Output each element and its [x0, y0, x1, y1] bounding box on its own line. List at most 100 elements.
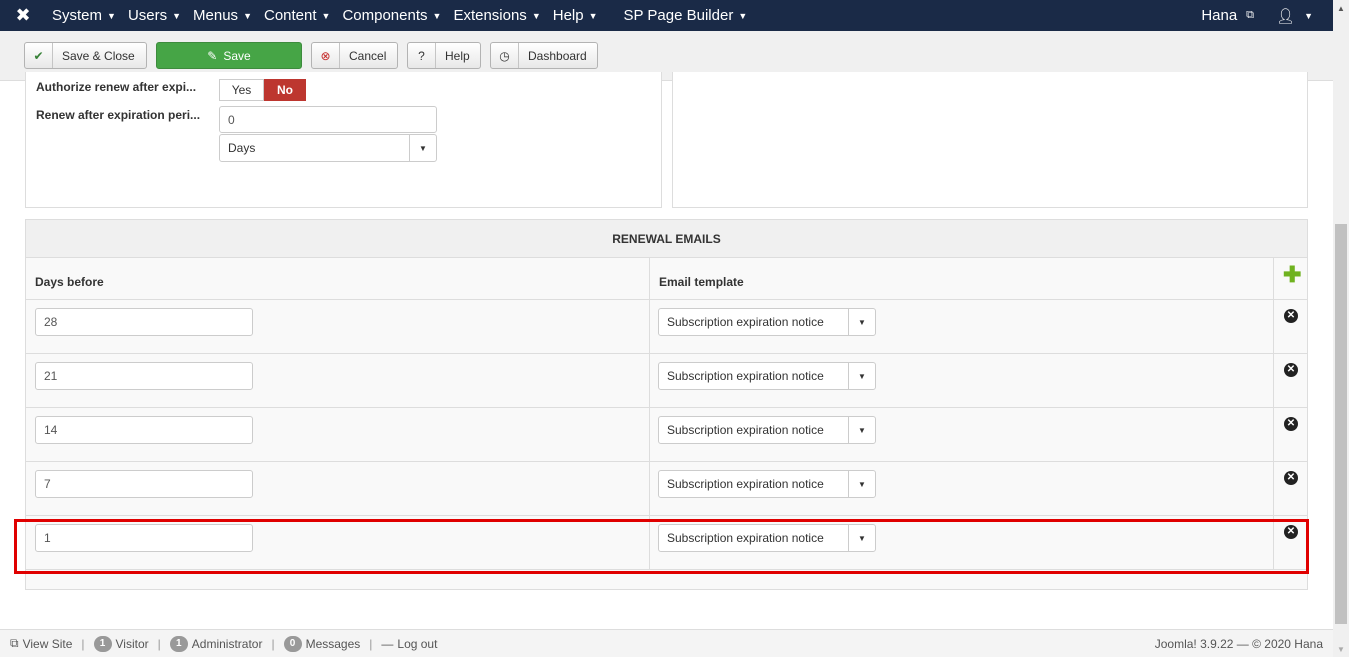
header-action-cell: ✚ — [1274, 258, 1307, 299]
yes-option[interactable]: Yes — [219, 79, 264, 101]
vertical-scrollbar[interactable]: ▲ ▼ — [1333, 0, 1349, 657]
top-navbar: ✖ System ▼ Users ▼ Menus ▼ Content ▼ Compone… — [0, 0, 1333, 31]
caret-down-icon: ▼ — [107, 10, 116, 21]
checkmark-icon: ✔ — [25, 43, 53, 68]
menu-extensions-label: Extensions — [453, 7, 527, 24]
admin-label: Administrator — [191, 636, 263, 651]
remove-row-icon[interactable]: ✕ — [1284, 309, 1298, 323]
caret-down-icon: ▼ — [738, 10, 748, 21]
version-text: Joomla! 3.9.22 — © 2020 Hana — [1154, 637, 1323, 651]
menu-users-label: Users — [127, 7, 168, 24]
days-cell: 14 — [26, 408, 650, 461]
menu-help[interactable]: Help ▼ — [547, 0, 604, 31]
help-label: Help — [445, 48, 470, 63]
separator: | — [81, 636, 85, 651]
caret-down-icon: ▼ — [432, 10, 442, 21]
renew-period-input[interactable]: 0 — [219, 106, 437, 133]
remove-row-icon[interactable]: ✕ — [1284, 471, 1298, 485]
visitor-count[interactable]: 1 Visitor — [93, 635, 149, 652]
admin-count[interactable]: 1 Administrator — [169, 635, 263, 652]
messages-count[interactable]: 0 Messages — [283, 635, 360, 652]
template-cell: Subscription expiration notice ▼ — [650, 300, 1274, 353]
renewal-emails-title: RENEWAL EMAILS — [26, 220, 1307, 258]
email-template-value: Subscription expiration notice — [667, 477, 824, 491]
right-panel — [672, 72, 1308, 208]
joomla-logo-icon[interactable]: ✖ — [0, 0, 46, 31]
email-template-value: Subscription expiration notice — [667, 423, 824, 437]
days-before-input[interactable]: 14 — [35, 416, 253, 444]
email-template-value: Subscription expiration notice — [667, 369, 824, 383]
menu-components-label: Components — [342, 7, 428, 24]
days-before-input[interactable]: 7 — [35, 470, 253, 498]
caret-down-icon: ▼ — [848, 417, 875, 443]
user-site-link[interactable]: Hana ⧉ — [1201, 7, 1254, 24]
view-site-link[interactable]: ⧉ View Site — [10, 636, 72, 651]
help-button[interactable]: ? Help — [407, 42, 481, 69]
renew-period-unit-select[interactable]: Days ▼ — [219, 134, 437, 162]
external-link-icon: ⧉ — [1246, 9, 1255, 21]
status-bar: ⧉ View Site | 1 Visitor | 1 Administrator |… — [0, 629, 1333, 657]
highlight-box — [14, 519, 1309, 574]
remove-row-icon[interactable]: ✕ — [1284, 363, 1298, 377]
menu-users[interactable]: Users ▼ — [122, 0, 187, 31]
email-template-value: Subscription expiration notice — [667, 315, 824, 329]
email-template-select[interactable]: Subscription expiration notice ▼ — [658, 308, 876, 336]
no-option[interactable]: No — [264, 79, 306, 101]
action-cell: ✕ — [1274, 462, 1307, 515]
scroll-down-arrow-icon[interactable]: ▼ — [1333, 641, 1349, 657]
table-row: 7 Subscription expiration notice ▼ ✕ — [26, 462, 1307, 516]
renewal-settings-panel: Authorize renew after expi... Yes No Ren… — [25, 72, 662, 208]
menu-menus[interactable]: Menus ▼ — [187, 0, 258, 31]
menu-components[interactable]: Components ▼ — [336, 0, 447, 31]
email-template-select[interactable]: Subscription expiration notice ▼ — [658, 362, 876, 390]
renew-period-label: Renew after expiration peri... — [36, 108, 201, 122]
template-cell: Subscription expiration notice ▼ — [650, 408, 1274, 461]
menu-content[interactable]: Content ▼ — [258, 0, 336, 31]
email-template-select[interactable]: Subscription expiration notice ▼ — [658, 416, 876, 444]
caret-down-icon: ▼ — [172, 10, 182, 21]
user-name: Hana — [1201, 7, 1238, 24]
caret-down-icon: ▼ — [848, 363, 875, 389]
action-cell: ✕ — [1274, 300, 1307, 353]
add-row-icon[interactable]: ✚ — [1283, 264, 1301, 286]
cancel-label: Cancel — [349, 48, 387, 63]
menu-content-label: Content — [263, 7, 317, 24]
header-days-cell: Days before — [26, 258, 650, 299]
menu-help-label: Help — [552, 7, 584, 24]
caret-down-icon: ▼ — [243, 10, 252, 21]
save-close-label: Save & Close — [62, 48, 135, 63]
email-template-select[interactable]: Subscription expiration notice ▼ — [658, 470, 876, 498]
scroll-up-arrow-icon[interactable]: ▲ — [1333, 0, 1349, 16]
logout-link[interactable]: — Log out — [381, 637, 437, 651]
email-template-header: Email template — [659, 275, 744, 289]
days-before-input[interactable]: 21 — [35, 362, 253, 390]
caret-down-icon: ▼ — [321, 10, 331, 21]
menu-extensions[interactable]: Extensions ▼ — [447, 0, 546, 31]
save-close-button[interactable]: ✔ Save & Close — [24, 42, 147, 69]
save-button[interactable]: ✎ Save — [156, 42, 302, 69]
days-before-header: Days before — [35, 275, 104, 289]
caret-down-icon: ▼ — [848, 309, 875, 335]
header-template-cell: Email template — [650, 258, 1274, 299]
menu-sp-page-builder[interactable]: SP Page Builder ▼ — [618, 0, 754, 31]
cancel-button[interactable]: ⊗ Cancel — [311, 42, 398, 69]
template-cell: Subscription expiration notice ▼ — [650, 462, 1274, 515]
navbar-right: Hana ⧉ 👤︎ ▼ — [1201, 0, 1313, 31]
visitor-badge: 1 — [93, 635, 112, 652]
dashboard-button[interactable]: ◷ Dashboard — [490, 42, 598, 69]
separator: | — [157, 636, 161, 651]
question-icon: ? — [408, 43, 436, 68]
external-link-icon: ⧉ — [10, 636, 19, 650]
menu-system[interactable]: System ▼ — [46, 0, 122, 31]
days-before-input[interactable]: 28 — [35, 308, 253, 336]
visitor-label: Visitor — [115, 636, 149, 651]
user-menu[interactable]: 👤︎ ▼ — [1276, 7, 1313, 25]
view-site-label: View Site — [22, 636, 73, 651]
minus-icon: — — [381, 636, 394, 651]
dashboard-label: Dashboard — [528, 48, 587, 63]
menu-system-label: System — [52, 7, 103, 24]
caret-down-icon: ▼ — [531, 10, 541, 21]
remove-row-icon[interactable]: ✕ — [1284, 417, 1298, 431]
scroll-thumb[interactable] — [1335, 224, 1347, 624]
authorize-renew-toggle: Yes No — [219, 79, 306, 101]
